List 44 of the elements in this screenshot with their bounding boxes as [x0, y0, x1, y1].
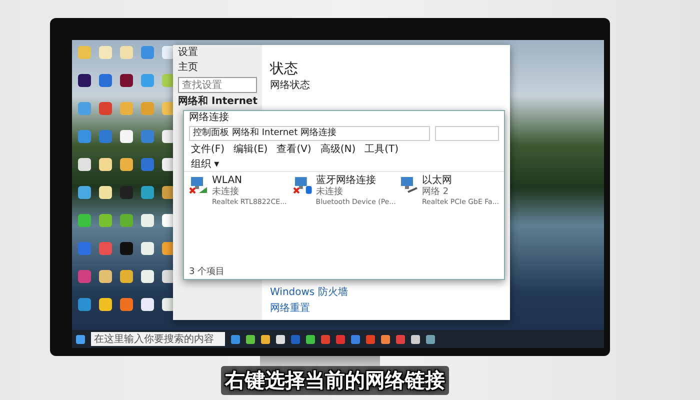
breadcrumb-item[interactable]: 控制面板 — [193, 128, 229, 139]
desktop-icon[interactable] — [120, 130, 133, 143]
item-count-label: 3 个项目 — [189, 266, 225, 278]
organize-button[interactable]: 组织 ▾ — [189, 156, 222, 170]
page-heading: 状态 — [270, 61, 299, 78]
desktop-icon[interactable] — [120, 158, 133, 171]
section-heading: 网络状态 — [270, 80, 311, 92]
desktop-icon[interactable] — [99, 298, 112, 311]
desktop-icon[interactable] — [141, 242, 154, 255]
desktop-icon[interactable] — [120, 74, 133, 87]
window-title: 网络连接 — [189, 112, 229, 124]
subtitle: 右键选择当前的网络链接 — [221, 366, 449, 395]
breadcrumb-item[interactable]: 网络连接 — [300, 128, 337, 139]
desktop-icon[interactable] — [78, 74, 91, 87]
menu-item[interactable]: 工具(T) — [362, 142, 401, 156]
breadcrumb-item[interactable]: 网络和 Internet — [232, 128, 298, 139]
desktop-icon[interactable] — [99, 186, 112, 199]
section-title: 网络和 Internet — [178, 96, 257, 108]
menu-item[interactable]: 文件(F) — [189, 142, 227, 156]
start-icon[interactable] — [76, 334, 85, 344]
connection-name[interactable]: WLAN — [212, 175, 287, 187]
taskbar-search-field[interactable]: 在这里输入你要搜索的内容 — [91, 332, 225, 346]
connection-name[interactable]: 蓝牙网络连接 — [316, 175, 395, 187]
connection-status: 未连接 — [316, 187, 344, 198]
connection-status: 未连接 — [212, 187, 240, 198]
menu-item[interactable]: 高级(N) — [318, 142, 358, 156]
menu-item[interactable]: 编辑(E) — [232, 142, 270, 156]
search-field[interactable]: 查找设置 — [178, 77, 257, 93]
connection-name[interactable]: 以太网 — [422, 175, 499, 187]
desktop-icon[interactable] — [141, 298, 154, 311]
window-title: 设置 — [178, 47, 199, 59]
settings-link[interactable]: 网络重置 — [270, 301, 502, 315]
home-link[interactable]: 主页 — [178, 62, 257, 74]
desktop-icon[interactable] — [120, 270, 133, 283]
address-bar[interactable]: 控制面板 网络和 Internet 网络连接 — [189, 126, 430, 141]
menu-item[interactable]: 查看(V) — [274, 142, 314, 156]
desktop-icon[interactable] — [78, 158, 91, 171]
desktop-icon[interactable] — [99, 158, 112, 171]
settings-link[interactable]: Windows 防火墙 — [270, 285, 502, 299]
desktop-icon[interactable] — [120, 298, 133, 311]
search-field[interactable] — [435, 126, 499, 141]
desktop-icon[interactable] — [141, 270, 154, 283]
connection-status: 网络 2 — [422, 187, 450, 198]
desktop-icon[interactable] — [99, 270, 112, 283]
